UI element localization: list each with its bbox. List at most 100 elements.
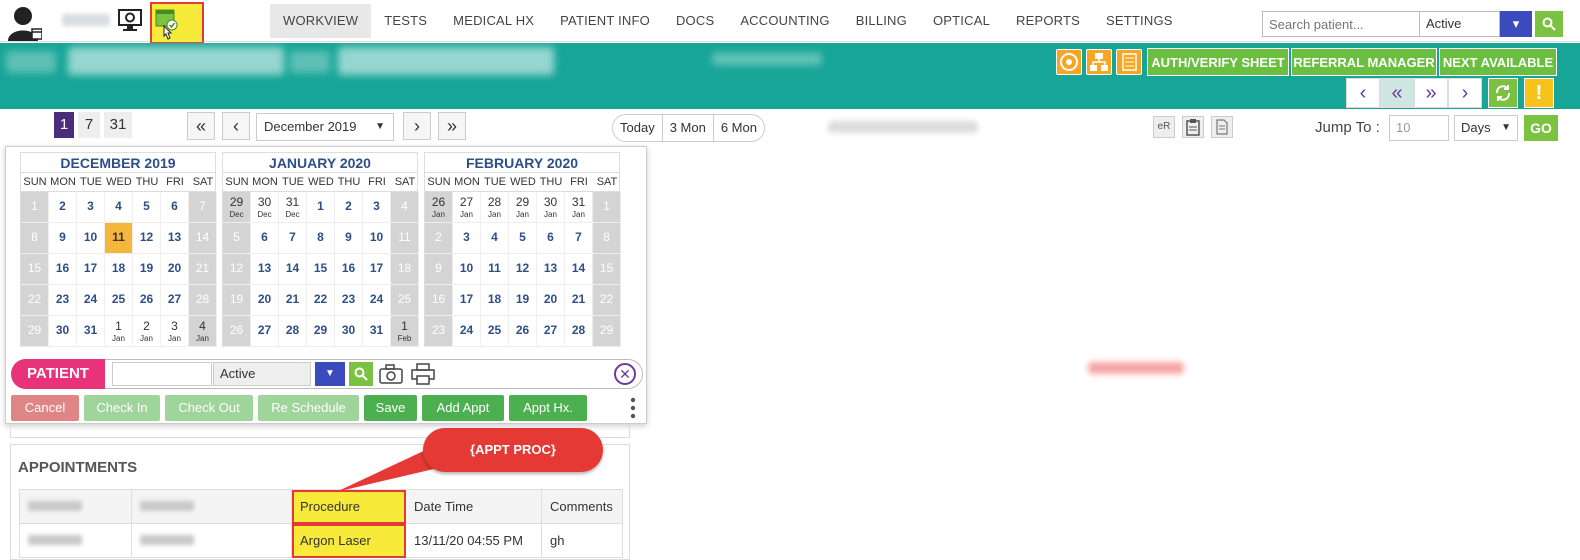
day-cell[interactable]: 22 [307, 285, 335, 316]
range-6-mon[interactable]: 6 Mon [714, 115, 764, 141]
scheduler-button[interactable] [150, 2, 204, 44]
day-cell[interactable]: 3 [77, 192, 105, 223]
day-cell[interactable]: 10 [363, 223, 391, 254]
day-cell[interactable]: 25 [391, 285, 419, 316]
day-cell[interactable]: 7 [565, 223, 593, 254]
day-cell[interactable]: 18 [105, 254, 133, 285]
day-cell[interactable]: 31 Dec [279, 192, 307, 223]
day-cell[interactable]: 21 [189, 254, 217, 285]
day-cell[interactable]: 22 [593, 285, 621, 316]
range-3-mon[interactable]: 3 Mon [663, 115, 714, 141]
day-cell[interactable]: 19 [223, 285, 251, 316]
status-select[interactable]: Active [1420, 11, 1500, 37]
day-cell[interactable]: 17 [453, 285, 481, 316]
day-cell[interactable]: 6 [251, 223, 279, 254]
printer-icon[interactable] [410, 363, 436, 385]
day-cell[interactable]: 16 [335, 254, 363, 285]
day-cell[interactable]: 5 [133, 192, 161, 223]
appt-hx-button[interactable]: Appt Hx. [509, 395, 587, 421]
day-cell[interactable]: 15 [307, 254, 335, 285]
day-cell[interactable]: 26 [223, 316, 251, 347]
day-cell[interactable]: 28 [189, 285, 217, 316]
view-1-day[interactable]: 1 [54, 112, 74, 138]
day-cell[interactable]: 2 [49, 192, 77, 223]
day-cell[interactable]: 15 [21, 254, 49, 285]
day-cell[interactable]: 13 [251, 254, 279, 285]
day-cell[interactable]: 28 [565, 316, 593, 347]
day-cell[interactable]: 27 [537, 316, 565, 347]
day-cell[interactable]: 2 [335, 192, 363, 223]
day-cell[interactable]: 3 Jan [161, 316, 189, 347]
check-in-button[interactable]: Check In [84, 395, 160, 421]
month-select[interactable]: December 2019 ▼ [256, 113, 394, 141]
document-icon[interactable] [1211, 116, 1233, 138]
day-cell[interactable]: 6 [161, 192, 189, 223]
next-year-button[interactable]: » [438, 112, 466, 140]
check-out-button[interactable]: Check Out [165, 395, 253, 421]
er-button[interactable]: eR [1153, 116, 1175, 138]
day-cell[interactable]: 26 [133, 285, 161, 316]
nav-billing[interactable]: BILLING [843, 4, 920, 38]
day-cell[interactable]: 10 [453, 254, 481, 285]
more-options-icon[interactable] [630, 395, 636, 421]
patient-status-select[interactable]: Active [213, 362, 311, 386]
day-cell[interactable]: 3 [363, 192, 391, 223]
clipboard-icon[interactable] [1182, 116, 1204, 138]
day-cell[interactable]: 7 [279, 223, 307, 254]
day-cell[interactable]: 20 [161, 254, 189, 285]
day-cell[interactable]: 31 [77, 316, 105, 347]
search-input[interactable] [1262, 11, 1420, 37]
day-cell[interactable]: 2 Jan [133, 316, 161, 347]
day-cell[interactable]: 5 [509, 223, 537, 254]
day-cell[interactable]: 13 [161, 223, 189, 254]
camera-icon[interactable] [378, 363, 404, 385]
add-appt-button[interactable]: Add Appt [422, 395, 504, 421]
day-cell[interactable]: 23 [425, 316, 453, 347]
day-cell[interactable]: 29 [307, 316, 335, 347]
view-31-day[interactable]: 31 [104, 112, 132, 138]
day-cell[interactable]: 21 [279, 285, 307, 316]
user-avatar-icon[interactable] [8, 5, 42, 41]
day-cell[interactable]: 16 [49, 254, 77, 285]
day-cell[interactable]: 8 [593, 223, 621, 254]
day-cell[interactable]: 31 [363, 316, 391, 347]
day-cell[interactable]: 5 [223, 223, 251, 254]
day-cell[interactable]: 4 [105, 192, 133, 223]
nav-tests[interactable]: TESTS [371, 4, 440, 38]
day-cell[interactable]: 11 [391, 223, 419, 254]
nav-docs[interactable]: DOCS [663, 4, 727, 38]
nav-settings[interactable]: SETTINGS [1093, 4, 1186, 38]
prev-fast-button[interactable]: « [1380, 78, 1414, 108]
nav-reports[interactable]: REPORTS [1003, 4, 1093, 38]
search-button[interactable] [1535, 11, 1563, 37]
save-button[interactable]: Save [364, 395, 417, 421]
day-cell[interactable]: 3 [453, 223, 481, 254]
org-chart-icon[interactable] [1086, 49, 1112, 75]
table-row[interactable]: Argon Laser 13/11/20 04:55 PM gh [19, 523, 623, 558]
day-cell[interactable]: 1 [21, 192, 49, 223]
day-cell[interactable]: 12 [509, 254, 537, 285]
next-month-button[interactable]: › [403, 112, 431, 140]
next-fast-button[interactable]: » [1414, 78, 1448, 108]
day-cell[interactable]: 30 Dec [251, 192, 279, 223]
nav-optical[interactable]: OPTICAL [920, 4, 1003, 38]
day-cell[interactable]: 27 Jan [453, 192, 481, 223]
day-cell[interactable]: 30 Jan [537, 192, 565, 223]
day-cell[interactable]: 30 [335, 316, 363, 347]
next-available-button[interactable]: NEXT AVAILABLE [1439, 48, 1557, 76]
day-cell[interactable]: 20 [537, 285, 565, 316]
day-cell[interactable]: 8 [21, 223, 49, 254]
day-cell[interactable]: 11 [481, 254, 509, 285]
day-cell[interactable]: 11 [105, 223, 133, 254]
cancel-button[interactable]: Cancel [11, 395, 79, 421]
patient-status-dropdown[interactable]: ▼ [315, 362, 345, 386]
day-cell[interactable]: 1 Jan [105, 316, 133, 347]
day-cell[interactable]: 18 [481, 285, 509, 316]
day-cell[interactable]: 23 [49, 285, 77, 316]
status-dropdown-button[interactable]: ▾ [1500, 11, 1532, 37]
day-cell[interactable]: 4 [391, 192, 419, 223]
day-cell[interactable]: 7 [189, 192, 217, 223]
day-cell[interactable]: 15 [593, 254, 621, 285]
go-button[interactable]: GO [1524, 115, 1558, 141]
day-cell[interactable]: 19 [509, 285, 537, 316]
